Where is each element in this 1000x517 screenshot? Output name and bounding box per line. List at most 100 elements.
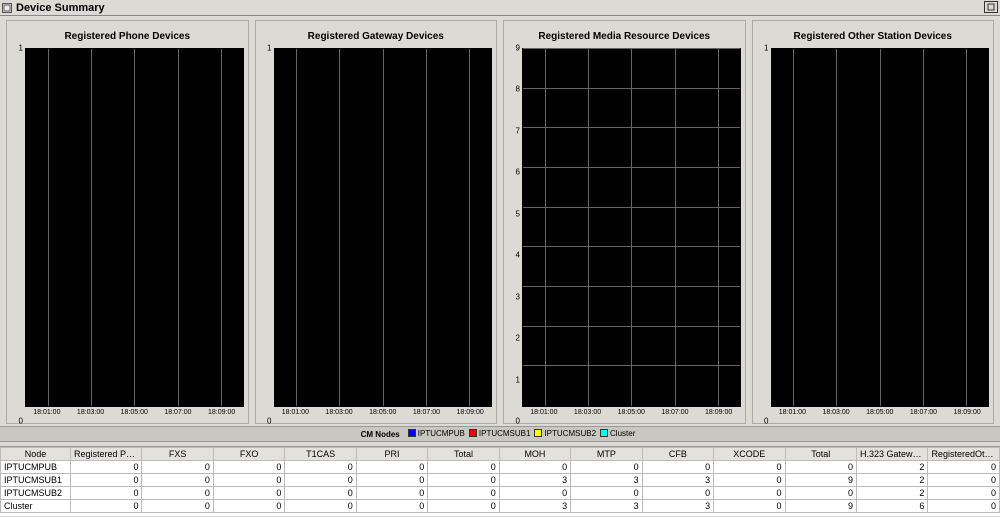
cell-value: 0 bbox=[213, 461, 284, 474]
column-header[interactable]: MOH bbox=[499, 448, 570, 461]
table-row[interactable]: Cluster0000003330960 bbox=[1, 500, 1000, 513]
cell-value: 2 bbox=[856, 487, 927, 500]
y-tick: 1 bbox=[267, 44, 271, 53]
y-axis: 0123456789 bbox=[508, 48, 522, 421]
x-tick: 18:05:00 bbox=[369, 409, 396, 416]
cell-value: 0 bbox=[928, 487, 1000, 500]
column-header[interactable]: H.323 Gateway Devi.. bbox=[856, 448, 927, 461]
chart-panel-other: Registered Other Station Devices 01 18:0… bbox=[752, 20, 995, 424]
cell-value: 0 bbox=[71, 500, 142, 513]
column-header[interactable]: Registered Phon.. bbox=[71, 448, 142, 461]
column-header[interactable]: MTP bbox=[571, 448, 642, 461]
y-tick: 1 bbox=[764, 44, 768, 53]
gridline-v bbox=[588, 49, 589, 406]
x-tick: 18:07:00 bbox=[661, 409, 688, 416]
cell-value: 3 bbox=[499, 500, 570, 513]
cell-value: 0 bbox=[571, 461, 642, 474]
x-tick: 18:05:00 bbox=[618, 409, 645, 416]
y-tick: 3 bbox=[516, 292, 520, 301]
y-tick: 1 bbox=[19, 44, 23, 53]
gridline-v bbox=[675, 49, 676, 406]
y-tick: 5 bbox=[516, 209, 520, 218]
cell-value: 0 bbox=[142, 474, 213, 487]
legend-swatch bbox=[408, 429, 416, 437]
cell-value: 9 bbox=[785, 474, 856, 487]
column-header[interactable]: Total bbox=[428, 448, 499, 461]
cell-value: 0 bbox=[499, 487, 570, 500]
gridline-v bbox=[48, 49, 49, 406]
cell-node: IPTUCMSUB2 bbox=[1, 487, 71, 500]
cell-value: 0 bbox=[285, 487, 356, 500]
charts-row: Registered Phone Devices 01 18:01:0018:0… bbox=[0, 16, 1000, 426]
y-tick: 8 bbox=[516, 85, 520, 94]
chart-plot[interactable] bbox=[522, 48, 741, 407]
x-axis: 18:01:0018:03:0018:05:0018:07:0018:09:00 bbox=[522, 407, 741, 421]
chart-panel-gateway: Registered Gateway Devices 01 18:01:0018… bbox=[255, 20, 498, 424]
gridline-v bbox=[923, 49, 924, 406]
legend-swatch bbox=[534, 429, 542, 437]
column-header[interactable]: Node bbox=[1, 448, 71, 461]
cell-value: 0 bbox=[142, 461, 213, 474]
cell-value: 0 bbox=[428, 461, 499, 474]
column-header[interactable]: Total bbox=[785, 448, 856, 461]
column-header[interactable]: CFB bbox=[642, 448, 713, 461]
cell-value: 0 bbox=[213, 487, 284, 500]
cell-value: 0 bbox=[928, 500, 1000, 513]
cell-value: 0 bbox=[642, 461, 713, 474]
gridline-h bbox=[523, 48, 740, 49]
x-tick: 18:07:00 bbox=[910, 409, 937, 416]
cell-value: 0 bbox=[71, 461, 142, 474]
legend-swatch bbox=[469, 429, 477, 437]
cell-value: 2 bbox=[856, 461, 927, 474]
y-tick: 0 bbox=[267, 417, 271, 426]
cell-value: 3 bbox=[642, 474, 713, 487]
chart-title: Registered Media Resource Devices bbox=[504, 21, 745, 48]
x-tick: 18:07:00 bbox=[164, 409, 191, 416]
y-tick: 0 bbox=[516, 417, 520, 426]
cell-value: 0 bbox=[356, 461, 427, 474]
legend-item-label: IPTUCMSUB1 bbox=[479, 429, 531, 438]
y-tick: 6 bbox=[516, 168, 520, 177]
column-header[interactable]: FXS bbox=[142, 448, 213, 461]
maximize-button[interactable] bbox=[984, 1, 998, 13]
table-row[interactable]: IPTUCMPUB0000000000020 bbox=[1, 461, 1000, 474]
x-tick: 18:01:00 bbox=[282, 409, 309, 416]
gridline-h bbox=[523, 246, 740, 247]
summary-table[interactable]: NodeRegistered Phon..FXSFXOT1CASPRITotal… bbox=[0, 446, 1000, 516]
cell-value: 0 bbox=[928, 461, 1000, 474]
x-tick: 18:03:00 bbox=[574, 409, 601, 416]
y-tick: 7 bbox=[516, 126, 520, 135]
column-header[interactable]: PRI bbox=[356, 448, 427, 461]
cell-value: 0 bbox=[285, 474, 356, 487]
cell-value: 3 bbox=[571, 474, 642, 487]
cell-value: 0 bbox=[785, 487, 856, 500]
y-axis: 01 bbox=[11, 48, 25, 421]
column-header[interactable]: T1CAS bbox=[285, 448, 356, 461]
chart-plot[interactable] bbox=[25, 48, 244, 407]
gridline-v bbox=[631, 49, 632, 406]
legend-label: CM Nodes bbox=[361, 430, 400, 439]
table-row[interactable]: IPTUCMSUB20000000000020 bbox=[1, 487, 1000, 500]
chart-plot[interactable] bbox=[771, 48, 990, 407]
table-row[interactable]: IPTUCMSUB10000003330920 bbox=[1, 474, 1000, 487]
cell-value: 6 bbox=[856, 500, 927, 513]
window-icon bbox=[2, 3, 12, 13]
column-header[interactable]: RegisteredOtherSta.. bbox=[928, 448, 1000, 461]
x-tick: 18:05:00 bbox=[866, 409, 893, 416]
legend-item-label: IPTUCMSUB2 bbox=[544, 429, 596, 438]
x-tick: 18:01:00 bbox=[779, 409, 806, 416]
gridline-v bbox=[966, 49, 967, 406]
gridline-v bbox=[383, 49, 384, 406]
chart-plot[interactable] bbox=[274, 48, 493, 407]
gridline-h bbox=[523, 127, 740, 128]
chart-title: Registered Other Station Devices bbox=[753, 21, 994, 48]
cell-value: 0 bbox=[285, 461, 356, 474]
column-header[interactable]: FXO bbox=[213, 448, 284, 461]
legend-item-label: Cluster bbox=[610, 429, 635, 438]
gridline-v bbox=[339, 49, 340, 406]
x-axis: 18:01:0018:03:0018:05:0018:07:0018:09:00 bbox=[25, 407, 244, 421]
column-header[interactable]: XCODE bbox=[714, 448, 785, 461]
gridline-h bbox=[523, 167, 740, 168]
cell-value: 0 bbox=[428, 474, 499, 487]
cell-value: 0 bbox=[571, 487, 642, 500]
